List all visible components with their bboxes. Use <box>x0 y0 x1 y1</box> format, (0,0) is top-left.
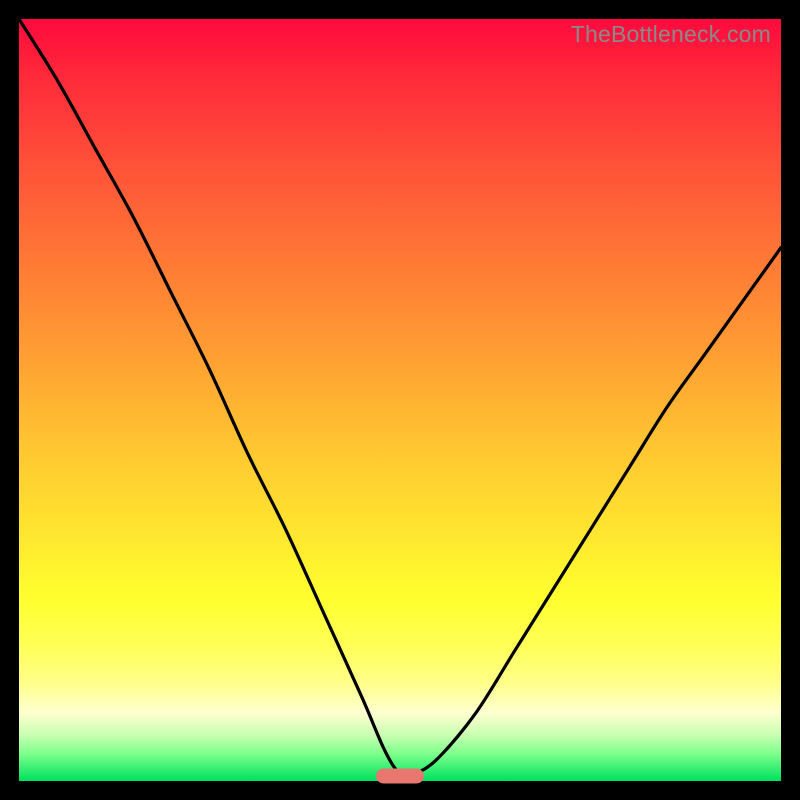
bottleneck-curve <box>19 19 781 781</box>
curve-path <box>19 19 781 776</box>
chart-frame: TheBottleneck.com <box>0 0 800 800</box>
plot-area: TheBottleneck.com <box>19 19 781 781</box>
optimal-point-marker <box>376 768 424 783</box>
